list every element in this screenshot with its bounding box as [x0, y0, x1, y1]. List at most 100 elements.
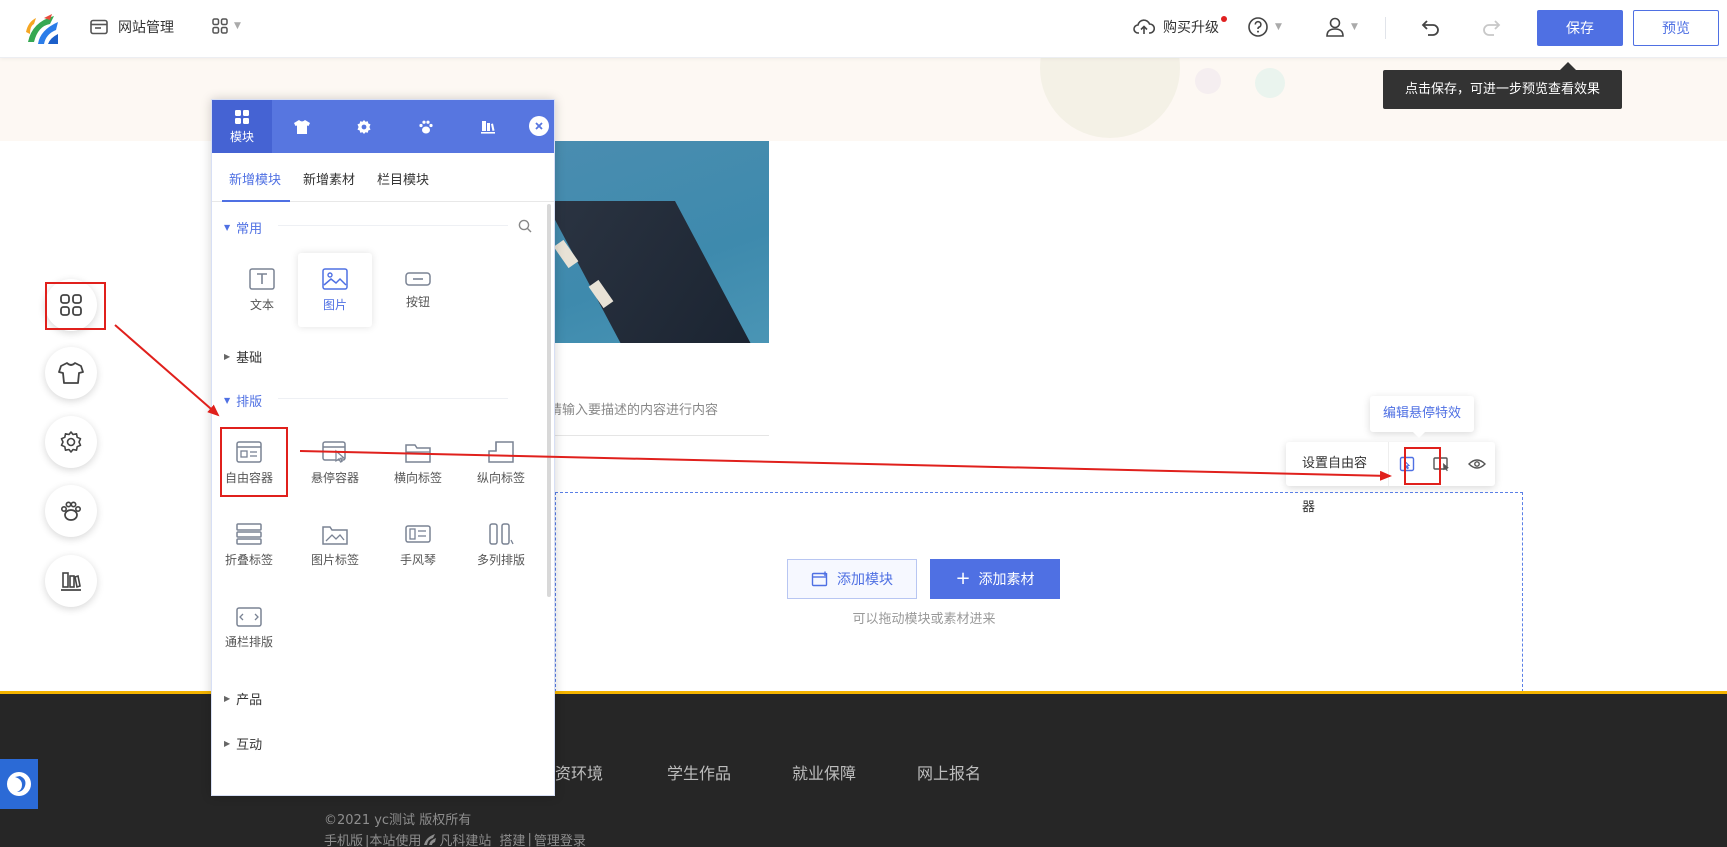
panel-tab-paw[interactable] [396, 100, 456, 153]
grid-icon [235, 109, 249, 124]
footer-nav-item[interactable]: 就业保障 [792, 760, 856, 784]
collapse-tabs-icon [236, 522, 262, 545]
site-management-label: 网站管理 [118, 20, 174, 36]
close-panel-button[interactable] [529, 116, 549, 136]
undo-icon [1421, 20, 1439, 36]
chevron-down-icon: ▼ [1275, 22, 1282, 32]
footer-links: 手机版 |本站使用 凡科建站 搭建 | 管理登录 [324, 830, 586, 847]
divider [278, 225, 508, 226]
footer-nav-item[interactable]: 网上报名 [917, 760, 981, 784]
panel-header: 模块 [212, 100, 554, 153]
module-button[interactable]: 按钮 [381, 253, 455, 327]
fanke-logo-icon [424, 834, 437, 845]
description-text[interactable]: 请输入要描述的内容进行内容 [549, 399, 718, 418]
mobile-version-link[interactable]: 手机版 [324, 830, 363, 847]
panel-scrollbar[interactable] [547, 204, 551, 597]
add-module-label: 添加模块 [837, 572, 893, 588]
module-image-tabs[interactable]: 图片标签 [298, 508, 372, 582]
built-text: 搭建 [499, 834, 526, 847]
books-icon [61, 572, 81, 591]
online-chat-button[interactable] [0, 759, 38, 809]
save-button[interactable]: 保存 [1537, 10, 1623, 46]
shirt-icon [58, 362, 84, 384]
site-management-menu[interactable]: 网站管理 [90, 17, 174, 37]
module-label: 多列排版 [476, 552, 525, 567]
footer-nav-item[interactable]: 学生作品 [667, 760, 731, 784]
module-multi-column[interactable]: 多列排版 [464, 508, 538, 582]
side-tool-library[interactable] [45, 555, 97, 607]
chevron-down-icon: ▼ [234, 21, 241, 31]
add-module-button[interactable]: 添加模块 [787, 559, 917, 599]
module-label: 通栏排版 [224, 634, 273, 649]
admin-login-link[interactable]: 管理登录 [534, 830, 586, 847]
caret-right-icon: ▶ [224, 352, 231, 361]
divider [1385, 17, 1386, 39]
add-module-icon [811, 571, 828, 587]
apps-menu[interactable]: ▼ [212, 18, 241, 34]
module-image[interactable]: 图片 [298, 253, 372, 327]
section-layout[interactable]: ▼ 排版 [224, 391, 262, 410]
panel-tab-settings[interactable] [334, 100, 394, 153]
caret-right-icon: ▶ [224, 694, 231, 703]
module-label: 悬停容器 [310, 470, 359, 485]
image-icon [322, 267, 348, 290]
fanke-link[interactable]: 凡科建站 [439, 830, 491, 847]
panel-tab-modules[interactable]: 模块 [212, 100, 272, 153]
subtab-column-module[interactable]: 栏目模块 [377, 169, 429, 188]
vertical-tabs-icon [488, 440, 514, 463]
side-tool-paw[interactable] [45, 485, 97, 537]
section-label: 常用 [236, 222, 263, 237]
module-accordion[interactable]: 手风琴 [381, 508, 455, 582]
module-vertical-tabs[interactable]: 纵向标签 [464, 426, 538, 500]
section-label: 产品 [236, 693, 263, 708]
buy-upgrade-button[interactable]: 购买升级 [1133, 16, 1227, 37]
container-toolbar: 设置自由容器 [1286, 442, 1495, 515]
preview-button[interactable]: 预览 [1633, 10, 1719, 46]
logo[interactable] [24, 12, 60, 46]
paw-icon [60, 501, 81, 521]
redo-button[interactable] [1480, 16, 1502, 42]
paw-icon [419, 120, 433, 133]
accordion-icon [405, 524, 431, 543]
buy-upgrade-label: 购买升级 [1163, 20, 1219, 36]
drag-hint: 可以拖动模块或素材进来 [852, 612, 996, 627]
module-full-width[interactable]: 通栏排版 [212, 591, 286, 665]
section-basic[interactable]: ▶ 基础 [224, 347, 262, 366]
visibility-button[interactable] [1460, 442, 1495, 486]
section-label: 基础 [236, 351, 263, 366]
module-hover-container[interactable]: 悬停容器 [298, 426, 372, 500]
gear-icon [60, 431, 82, 453]
browser-icon [90, 19, 108, 35]
module-horizontal-tabs[interactable]: 横向标签 [381, 426, 455, 500]
help-menu[interactable]: ▼ [1247, 16, 1282, 38]
subtab-new-module[interactable]: 新增模块 [229, 169, 281, 188]
caret-down-icon: ▼ [224, 223, 231, 232]
section-product[interactable]: ▶ 产品 [224, 689, 262, 708]
section-interactive[interactable]: ▶ 互动 [224, 734, 262, 753]
help-icon [1248, 17, 1268, 37]
panel-tab-library[interactable] [458, 100, 518, 153]
add-material-button[interactable]: + 添加素材 [930, 559, 1060, 599]
panel-tab-label: 模块 [229, 129, 254, 144]
section-common[interactable]: ▼ 常用 [224, 218, 262, 237]
horizontal-tabs-icon [405, 443, 431, 463]
subtab-new-material[interactable]: 新增素材 [303, 169, 355, 188]
panel-tab-theme[interactable] [272, 100, 332, 153]
plus-icon: + [955, 568, 971, 589]
section-label: 排版 [236, 395, 263, 410]
module-text[interactable]: 文本 [225, 253, 299, 327]
side-tool-settings[interactable] [45, 416, 97, 468]
notification-dot [1221, 16, 1227, 22]
eye-icon [1468, 459, 1487, 469]
edit-hover-effect-tooltip: 编辑悬停特效 [1370, 396, 1474, 438]
set-free-container-button[interactable]: 设置自由容器 [1286, 442, 1390, 515]
side-tool-theme[interactable] [45, 347, 97, 399]
building-photo[interactable] [545, 141, 769, 343]
search-icon[interactable] [518, 219, 532, 237]
module-collapse-tabs[interactable]: 折叠标签 [212, 508, 286, 582]
cloud-upload-icon [1133, 19, 1155, 34]
undo-button[interactable] [1420, 16, 1442, 42]
caret-down-icon: ▼ [224, 396, 231, 405]
module-label: 文本 [249, 297, 274, 312]
user-menu[interactable]: ▼ [1325, 16, 1358, 38]
